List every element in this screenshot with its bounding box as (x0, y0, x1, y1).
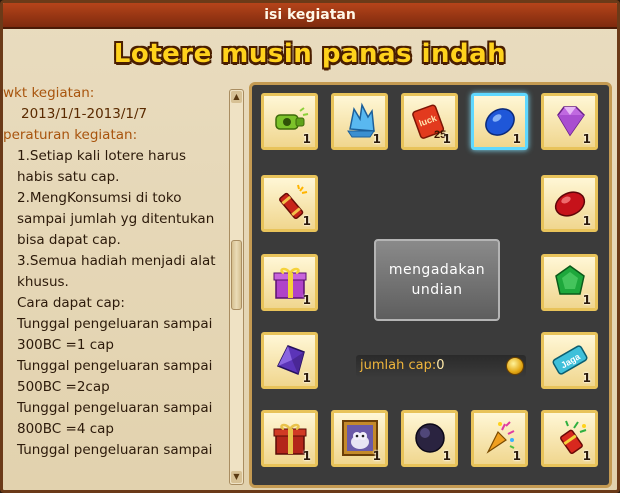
prize-slot-6[interactable]: 1 (261, 175, 318, 232)
prize-slot-8[interactable]: 1 (261, 254, 318, 311)
event-title: Lotere musin panas indah (113, 39, 507, 69)
prize-count: 1 (372, 449, 381, 463)
cap-count-label: jumlah cap: (360, 358, 437, 373)
prize-count: 1 (442, 132, 451, 146)
prize-slot-1[interactable]: 1 (261, 93, 318, 150)
rule-line: 2.MengKonsumsi di toko (17, 190, 182, 206)
rule-line: sampai jumlah yg ditentukan (17, 211, 215, 227)
prize-count: 1 (302, 293, 311, 307)
rule-line: 800BC =4 cap (17, 421, 114, 437)
prize-count: 1 (372, 132, 381, 146)
prize-slot-9[interactable]: 1 (541, 254, 598, 311)
event-info-text: wkt kegiatan: 2013/1/1-2013/1/7 peratura… (3, 83, 228, 461)
window-title: isi kegiatan (3, 3, 617, 29)
period-value: 2013/1/1-2013/1/7 (21, 106, 148, 122)
scroll-thumb[interactable] (231, 240, 242, 310)
prize-slot-7[interactable]: 1 (541, 175, 598, 232)
prize-count: 1 (302, 214, 311, 228)
rule-line: Tunggal pengeluaran sampai (17, 316, 213, 332)
rule-line: 300BC =1 cap (17, 337, 114, 353)
cap-count-value: 0 (436, 358, 445, 373)
prize-slot-2[interactable]: 1 (331, 93, 388, 150)
rule-line: 1.Setiap kali lotere harus (17, 148, 187, 164)
info-scrollbar[interactable]: ▲ ▼ (229, 89, 244, 485)
coin-icon (506, 357, 524, 375)
rule-line: Cara dapat cap: (17, 295, 125, 311)
prize-count: 1 (302, 449, 311, 463)
prize-count: 1 (302, 371, 311, 385)
prize-slot-16[interactable]: 1 (541, 410, 598, 467)
prize-slot-15[interactable]: 1 (471, 410, 528, 467)
prize-slot-5[interactable]: 1 (541, 93, 598, 150)
rule-line: Tunggal pengeluaran sampai (17, 400, 213, 416)
rule-line: 500BC =2cap (17, 379, 110, 395)
rule-line: 3.Semua hadiah menjadi alat (17, 253, 216, 269)
rules-label: peraturan kegiatan: (3, 127, 138, 143)
prize-slot-14[interactable]: 1 (401, 410, 458, 467)
prize-count: 1 (582, 371, 591, 385)
rule-line: habis satu cap. (17, 169, 120, 185)
prize-count: 1 (442, 449, 451, 463)
draw-lottery-button[interactable]: mengadakan undian (374, 239, 500, 321)
prize-count: 1 (582, 293, 591, 307)
prize-count: 1 (582, 449, 591, 463)
event-window: isi kegiatan Lotere musin panas indah wk… (0, 0, 620, 493)
prize-slot-12[interactable]: 1 (261, 410, 318, 467)
period-label: wkt kegiatan: (3, 85, 95, 101)
scroll-up-arrow-icon[interactable]: ▲ (231, 91, 242, 103)
prize-slot-3[interactable]: luck 25 1 (401, 93, 458, 150)
scroll-down-arrow-icon[interactable]: ▼ (231, 471, 242, 483)
prize-count: 1 (582, 132, 591, 146)
rule-line: khusus. (17, 274, 69, 290)
prize-count: 1 (582, 214, 591, 228)
prize-count: 1 (302, 132, 311, 146)
rule-line: bisa dapat cap. (17, 232, 121, 248)
lottery-board: 1 1 luck 25 1 1 1 1 1 1 1 1 Jaga 1 1 1 1… (249, 82, 612, 488)
prize-slot-13[interactable]: 1 (331, 410, 388, 467)
rule-line: Tunggal pengeluaran sampai (17, 442, 213, 458)
prize-count: 1 (512, 132, 521, 146)
prize-slot-11[interactable]: Jaga 1 (541, 332, 598, 389)
draw-button-label: mengadakan undian (388, 262, 486, 298)
cap-count-bar: jumlah cap:0 (356, 355, 526, 377)
rule-line: Tunggal pengeluaran sampai (17, 358, 213, 374)
event-info-panel: wkt kegiatan: 2013/1/1-2013/1/7 peratura… (3, 83, 246, 485)
prize-slot-4[interactable]: 1 (471, 93, 528, 150)
prize-count: 1 (512, 449, 521, 463)
prize-slot-10[interactable]: 1 (261, 332, 318, 389)
